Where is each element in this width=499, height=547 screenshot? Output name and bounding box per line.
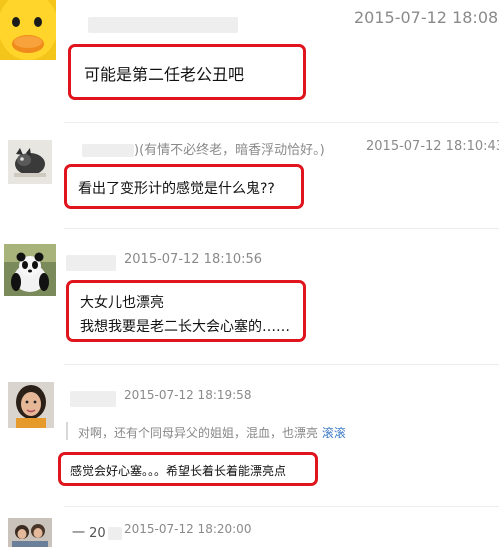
quoted-reply: 对啊，还有个同母异父的姐姐，混血，也漂亮 滚滚 [78,424,346,441]
cat-avatar[interactable] [8,140,52,184]
user-signature: )(有情不必终老，暗香浮动恰好。) [134,143,325,158]
comment-username: )(有情不必终老，暗香浮动恰好。) [82,139,325,158]
comment-username [70,388,116,407]
comment-divider [64,506,499,507]
comment-username[interactable] [88,14,238,33]
quote-bar [66,422,68,440]
comment-timestamp: 2015-07-12 18:10:43 [366,139,499,154]
comment-timestamp: 2015-07-12 18:19:58 [124,388,252,402]
comment-divider [64,364,499,365]
username-partial: 一 20 [72,526,106,541]
comment-username [66,252,116,271]
woman-avatar[interactable] [8,382,54,428]
comment-timestamp: 2015-07-12 18:20:00 [124,522,252,536]
reply-mention-link[interactable]: 滚滚 [322,426,346,440]
comment-text-line2: 我想我要是老二长大会心塞的…… [80,319,290,335]
group-avatar[interactable] [8,518,52,547]
comment-timestamp: 2015-07-12 18:10:56 [124,252,263,267]
comment-divider [64,122,499,123]
duck-avatar[interactable] [0,0,56,60]
comment-text: 感觉会好心塞。。。希望长着长着能漂亮点 [70,464,287,478]
comment-timestamp: 2015-07-12 18:08 [354,8,499,27]
comment-divider [64,228,499,229]
quoted-reply-text: 对啊，还有个同母异父的姐姐，混血，也漂亮 [78,426,319,440]
comment-text: 可能是第二任老公丑吧 [84,65,245,84]
comment-text-line1: 大女儿也漂亮 [80,295,164,311]
comment-text: 看出了变形计的感觉是什么鬼?? [78,181,275,197]
comment-username: 一 20 [72,522,122,541]
panda-avatar[interactable] [4,244,56,296]
